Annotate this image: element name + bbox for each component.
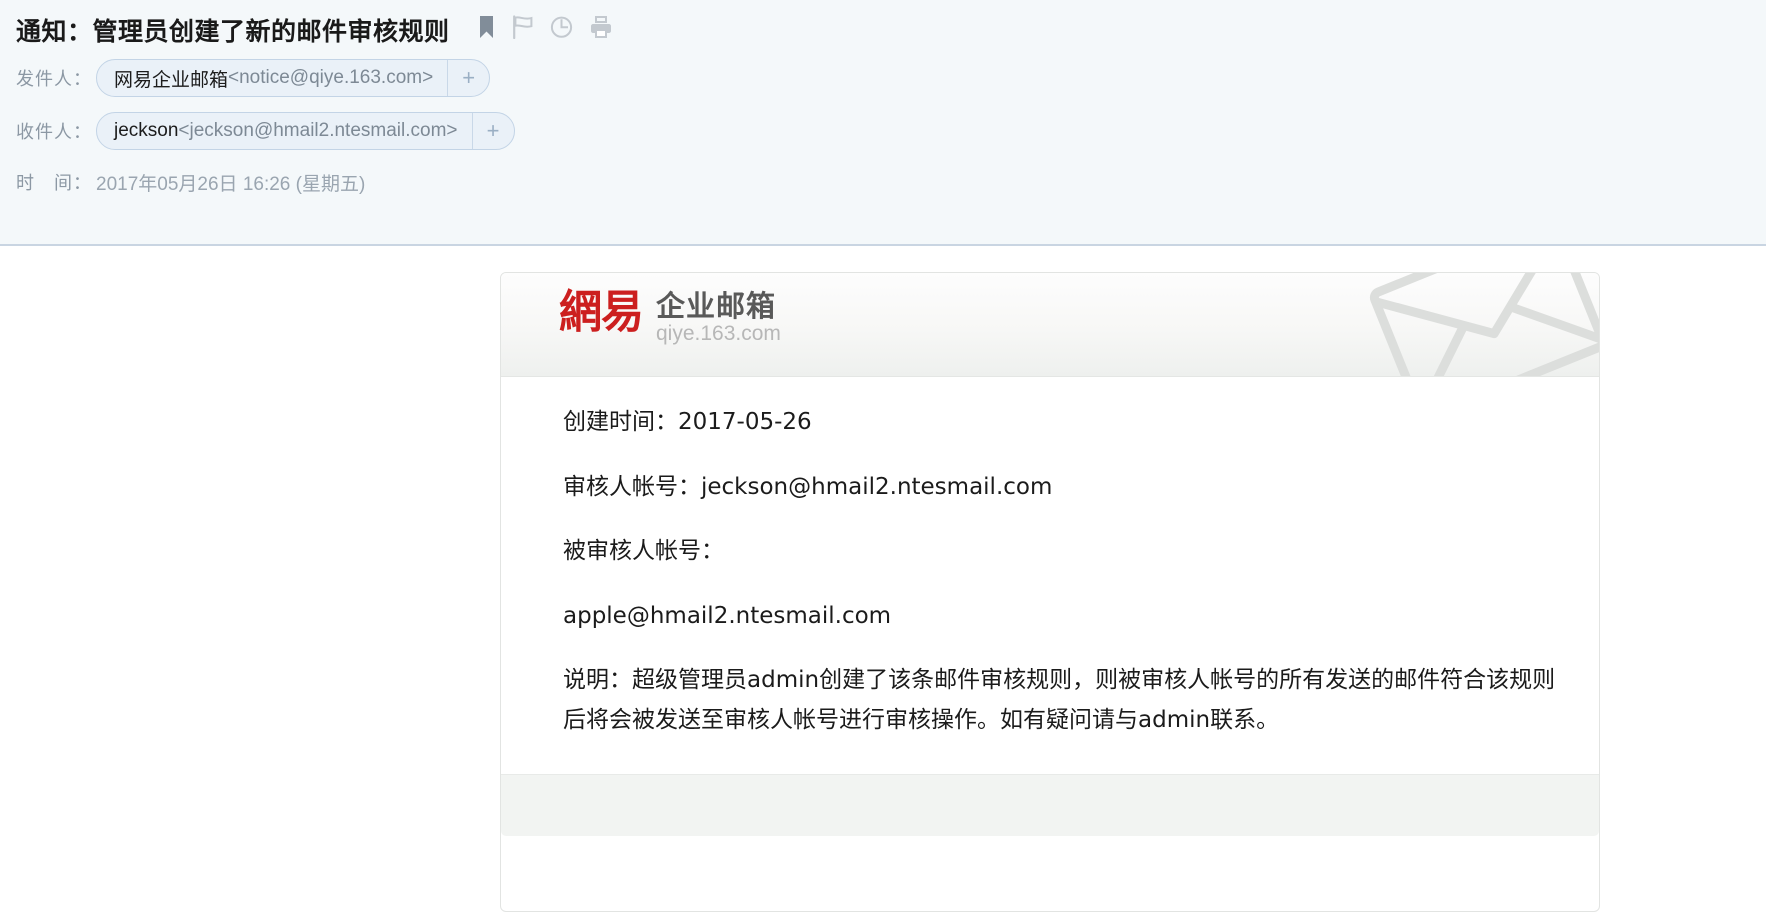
description-line: 说明：超级管理员admin创建了该条邮件审核规则，则被审核人帐号的所有发送的邮件… bbox=[563, 667, 1556, 733]
to-add-contact-button[interactable]: + bbox=[471, 113, 514, 149]
flag-icon[interactable] bbox=[512, 14, 533, 44]
to-display-name: jeckson bbox=[114, 120, 179, 141]
to-address-text[interactable]: jeckson <jeckson@hmail2.ntesmail.com> bbox=[97, 113, 472, 149]
envelope-icon bbox=[1369, 273, 1599, 376]
brand-logo: 網易 企业邮箱 qiye.163.com bbox=[559, 285, 781, 345]
from-address-text[interactable]: 网易企业邮箱 <notice@qiye.163.com> bbox=[97, 60, 447, 96]
reviewed-account-value-line: apple@hmail2.ntesmail.com bbox=[563, 602, 892, 629]
to-label: 收件人： bbox=[16, 122, 92, 142]
subject-action-icons bbox=[478, 14, 612, 46]
to-email: <jeckson@hmail2.ntesmail.com> bbox=[178, 120, 458, 141]
reviewer-account-line: 审核人帐号：jeckson@hmail2.ntesmail.com bbox=[563, 473, 1053, 500]
card-banner: 網易 企业邮箱 qiye.163.com bbox=[501, 273, 1599, 377]
brand-subtitle: 企业邮箱 bbox=[656, 291, 777, 323]
time-row: 时 间： 2017年05月26日 16:26 (星期五) bbox=[0, 167, 1766, 197]
brand-domain: qiye.163.com bbox=[656, 322, 781, 346]
created-time-line: 创建时间：2017-05-26 bbox=[563, 409, 812, 435]
mail-body: 網易 企业邮箱 qiye.163.com 创建时间：2017-05-26 审核人… bbox=[0, 246, 1766, 912]
to-row: 收件人： jeckson <jeckson@hmail2.ntesmail.com… bbox=[0, 110, 1766, 152]
notification-card: 網易 企业邮箱 qiye.163.com 创建时间：2017-05-26 审核人… bbox=[500, 272, 1600, 912]
page-title: 通知：管理员创建了新的邮件审核规则 bbox=[16, 18, 450, 46]
from-address-pill[interactable]: 网易企业邮箱 <notice@qiye.163.com> + bbox=[96, 59, 491, 97]
time-label: 时 间： bbox=[16, 173, 92, 193]
clock-icon[interactable] bbox=[550, 15, 573, 44]
to-address-pill[interactable]: jeckson <jeckson@hmail2.ntesmail.com> + bbox=[96, 112, 515, 150]
reviewed-account-label-line: 被审核人帐号： bbox=[563, 538, 724, 565]
from-row: 发件人： 网易企业邮箱 <notice@qiye.163.com> + bbox=[0, 57, 1766, 99]
mail-header: 通知：管理员创建了新的邮件审核规则 发件人： 网易企业邮箱 <notice@qi… bbox=[0, 0, 1766, 246]
from-label: 发件人： bbox=[16, 69, 92, 89]
brand-text-group: 企业邮箱 qiye.163.com bbox=[656, 290, 781, 345]
card-footer bbox=[501, 774, 1599, 837]
print-icon[interactable] bbox=[590, 15, 612, 44]
subject-row: 通知：管理员创建了新的邮件审核规则 bbox=[0, 0, 1766, 46]
bookmark-icon[interactable] bbox=[478, 15, 495, 44]
from-display-name: 网易企业邮箱 bbox=[114, 69, 229, 91]
from-email: <notice@qiye.163.com> bbox=[228, 67, 434, 88]
from-add-contact-button[interactable]: + bbox=[447, 60, 489, 96]
card-content: 创建时间：2017-05-26 审核人帐号：jeckson@hmail2.nte… bbox=[501, 377, 1599, 775]
brand-logo-cn: 網易 bbox=[559, 285, 644, 339]
time-value: 2017年05月26日 16:26 (星期五) bbox=[96, 173, 366, 195]
